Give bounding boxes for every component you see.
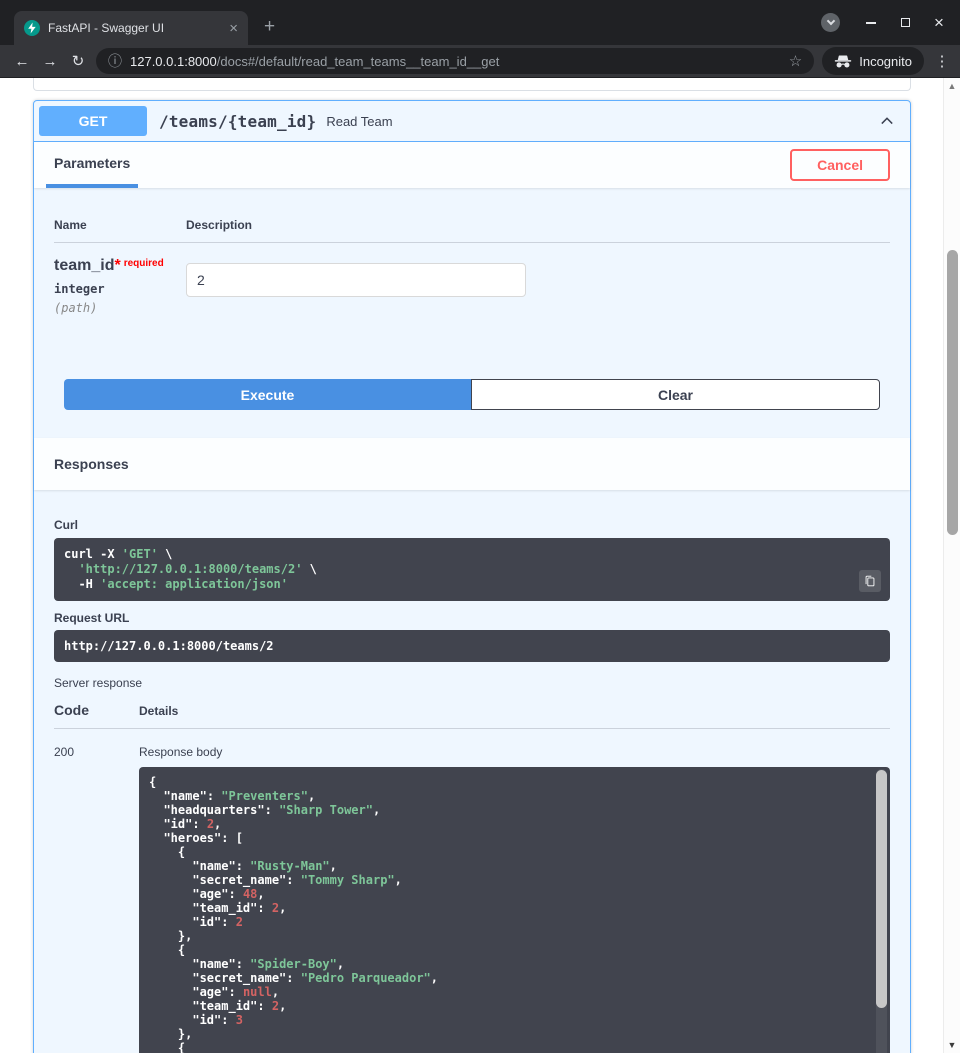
info-icon[interactable]: ⓘ bbox=[108, 54, 122, 68]
url-text: 127.0.0.1:8000/docs#/default/read_team_t… bbox=[130, 54, 781, 69]
back-button[interactable]: ← bbox=[8, 47, 36, 75]
response-body-label: Response body bbox=[139, 745, 890, 759]
response-body-block: { "name": "Preventers", "headquarters": … bbox=[139, 767, 890, 1053]
forward-button[interactable]: → bbox=[36, 47, 64, 75]
response-scrollbar-thumb[interactable] bbox=[876, 770, 887, 1008]
tab-parameters[interactable]: Parameters bbox=[46, 142, 138, 188]
request-url-value: http://127.0.0.1:8000/teams/2 bbox=[54, 630, 890, 662]
reload-button[interactable]: ↻ bbox=[64, 47, 92, 75]
response-scrollbar bbox=[876, 769, 887, 1053]
incognito-icon bbox=[834, 54, 852, 69]
responses-header: Responses bbox=[34, 438, 910, 490]
maximize-icon bbox=[901, 18, 910, 27]
endpoint-summary: Read Team bbox=[326, 114, 392, 129]
menu-button[interactable]: ⋮ bbox=[932, 52, 952, 70]
response-details-cell: Response body { "name": "Preventers", "h… bbox=[139, 745, 890, 1053]
tab-title: FastAPI - Swagger UI bbox=[48, 21, 221, 35]
page: GET /teams/{team_id} Read Team Parameter… bbox=[0, 78, 960, 1053]
window-controls: × bbox=[821, 0, 952, 45]
url-bar[interactable]: ⓘ 127.0.0.1:8000/docs#/default/read_team… bbox=[96, 48, 814, 74]
chevron-down-icon bbox=[826, 17, 834, 25]
fastapi-logo-icon bbox=[24, 20, 40, 36]
endpoint-path: /teams/{team_id} bbox=[147, 112, 326, 131]
curl-command: curl -X 'GET' \ 'http://127.0.0.1:8000/t… bbox=[64, 547, 880, 592]
maximize-button[interactable] bbox=[892, 10, 918, 36]
incognito-label: Incognito bbox=[859, 54, 912, 69]
minimize-icon bbox=[866, 22, 876, 24]
param-location: (path) bbox=[54, 301, 186, 315]
page-content: GET /teams/{team_id} Read Team Parameter… bbox=[0, 78, 943, 1053]
copy-button[interactable] bbox=[859, 570, 881, 592]
parameters-title: Parameters bbox=[54, 155, 130, 171]
parameter-description-cell bbox=[186, 257, 890, 315]
description-column-header: Description bbox=[186, 218, 890, 232]
required-asterisk: * bbox=[114, 257, 120, 274]
server-response-label: Server response bbox=[54, 676, 890, 690]
cancel-button[interactable]: Cancel bbox=[790, 149, 890, 181]
collapse-button[interactable] bbox=[879, 114, 895, 128]
parameters-table: Name Description team_id*required intege… bbox=[34, 188, 910, 315]
tab-close-icon[interactable]: × bbox=[229, 21, 238, 36]
bookmark-star-icon[interactable]: ☆ bbox=[789, 54, 802, 69]
scroll-up-arrow-icon[interactable]: ▲ bbox=[944, 81, 960, 91]
parameter-row: team_id*required integer (path) bbox=[54, 243, 890, 315]
execute-button[interactable]: Execute bbox=[64, 379, 471, 410]
new-tab-button[interactable]: + bbox=[264, 17, 275, 36]
responses-title: Responses bbox=[54, 456, 129, 472]
code-column-header: Code bbox=[54, 702, 139, 718]
opblock-summary[interactable]: GET /teams/{team_id} Read Team bbox=[34, 101, 910, 142]
curl-label: Curl bbox=[54, 518, 890, 532]
opblock-get-teams: GET /teams/{team_id} Read Team Parameter… bbox=[33, 100, 911, 1053]
copy-icon bbox=[863, 574, 877, 588]
page-scrollbar-thumb[interactable] bbox=[947, 250, 958, 535]
server-response-table-head: Code Details bbox=[54, 702, 890, 729]
browser-toolbar: ← → ↻ ⓘ 127.0.0.1:8000/docs#/default/rea… bbox=[0, 45, 960, 78]
window-close-button[interactable]: × bbox=[926, 10, 952, 36]
page-scrollbar[interactable]: ▲ ▼ bbox=[943, 78, 960, 1053]
tab-search-button[interactable] bbox=[821, 13, 840, 32]
parameters-table-head: Name Description bbox=[54, 218, 890, 243]
url-host: 127.0.0.1:8000 bbox=[130, 54, 217, 69]
required-label: required bbox=[121, 258, 164, 269]
previous-section-edge bbox=[33, 78, 911, 91]
response-body-json: { "name": "Preventers", "headquarters": … bbox=[149, 775, 866, 1053]
param-name: team_id*required bbox=[54, 257, 186, 275]
chevron-up-icon bbox=[879, 114, 895, 128]
curl-block: curl -X 'GET' \ 'http://127.0.0.1:8000/t… bbox=[54, 538, 890, 601]
name-column-header: Name bbox=[54, 218, 186, 232]
param-value-input[interactable] bbox=[186, 263, 526, 297]
browser-tab[interactable]: FastAPI - Swagger UI × bbox=[14, 11, 248, 45]
close-icon: × bbox=[934, 14, 944, 31]
incognito-badge: Incognito bbox=[822, 47, 924, 75]
parameter-name-cell: team_id*required integer (path) bbox=[54, 257, 186, 315]
responses-content: Curl curl -X 'GET' \ 'http://127.0.0.1:8… bbox=[34, 490, 910, 1053]
minimize-button[interactable] bbox=[858, 10, 884, 36]
scroll-down-arrow-icon[interactable]: ▼ bbox=[944, 1040, 960, 1050]
status-code: 200 bbox=[54, 745, 139, 1053]
parameters-header: Parameters Cancel bbox=[34, 142, 910, 188]
server-response-row: 200 Response body { "name": "Preventers"… bbox=[54, 729, 890, 1053]
tab-strip: FastAPI - Swagger UI × + × bbox=[0, 0, 960, 45]
browser-window: FastAPI - Swagger UI × + × ← → ↻ ⓘ 127.0… bbox=[0, 0, 960, 1053]
param-type: integer bbox=[54, 282, 186, 296]
execute-row: Execute Clear bbox=[34, 379, 910, 410]
request-url-label: Request URL bbox=[54, 611, 890, 625]
method-badge: GET bbox=[39, 106, 147, 136]
details-column-header: Details bbox=[139, 704, 890, 718]
url-path: /docs#/default/read_team_teams__team_id_… bbox=[217, 54, 500, 69]
clear-button[interactable]: Clear bbox=[471, 379, 880, 410]
